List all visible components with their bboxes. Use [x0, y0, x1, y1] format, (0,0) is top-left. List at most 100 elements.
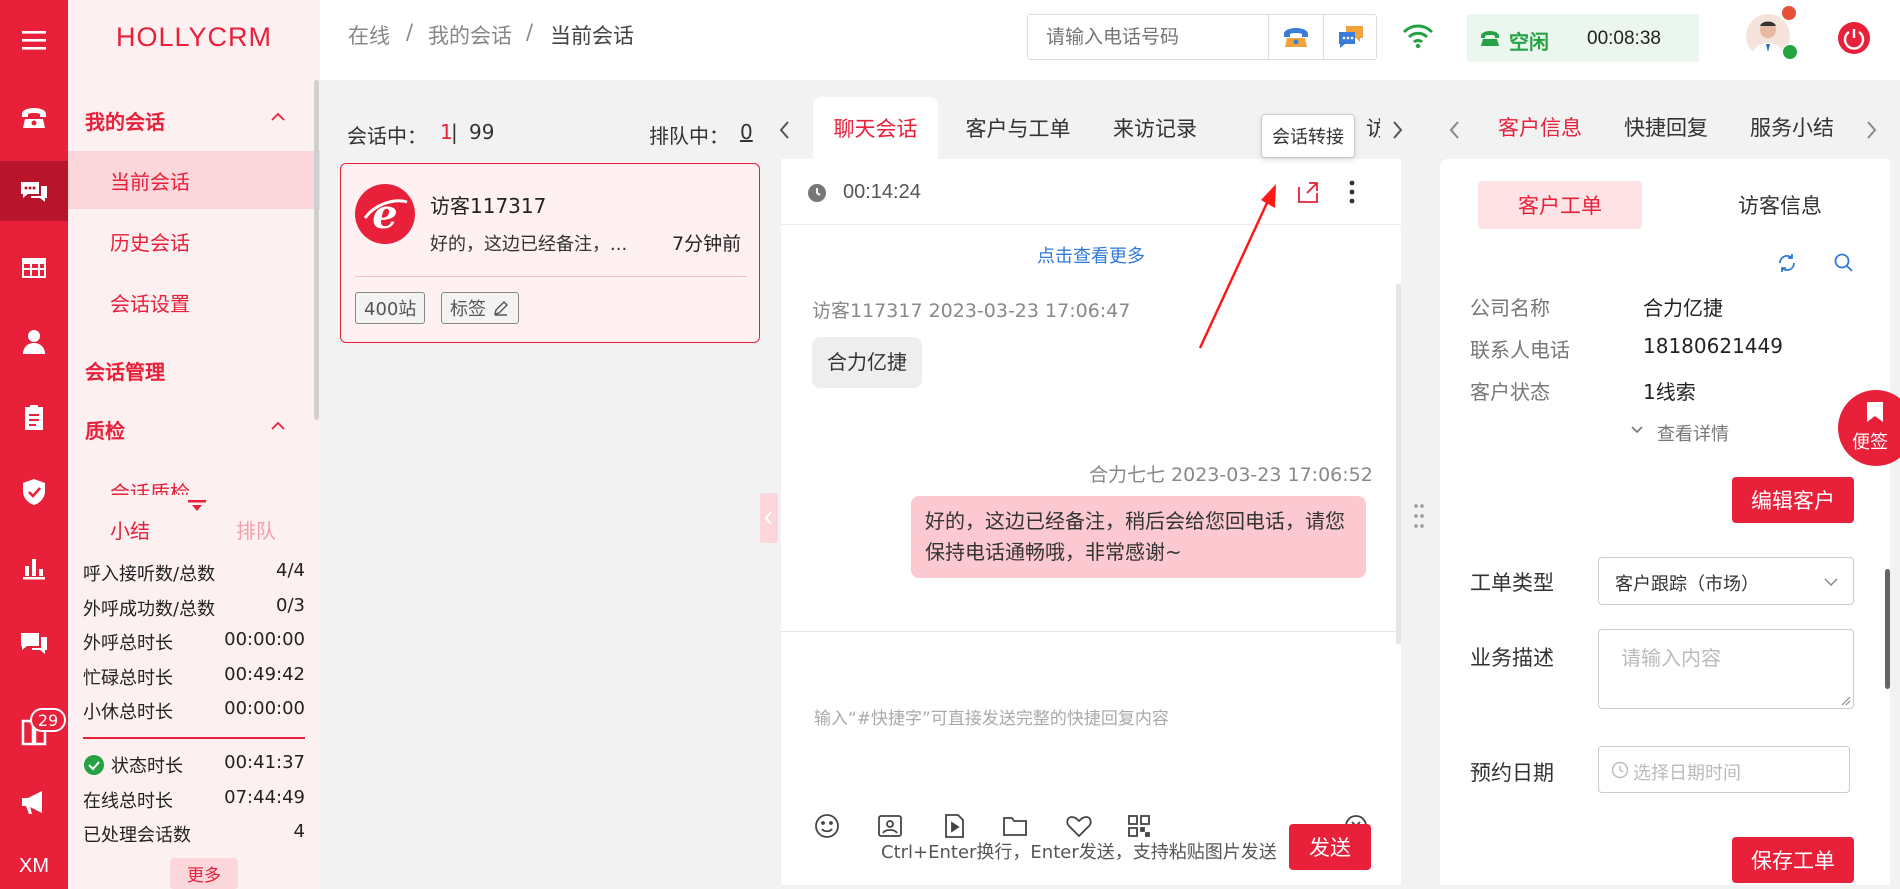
stat-value: 07:44:49: [224, 786, 305, 808]
message-input[interactable]: 输入“#快捷字”可直接发送完整的快捷回复内容: [814, 704, 1169, 729]
breadcrumb-my-sessions[interactable]: 我的会话: [428, 20, 512, 50]
tab-service-summary[interactable]: 服务小结: [1750, 112, 1834, 142]
nav-head-session-management[interactable]: 会话管理: [85, 356, 165, 385]
agent-status-box[interactable]: 空闲 00:08:38: [1467, 14, 1699, 62]
stat-value: 00:49:42: [224, 663, 305, 685]
refresh-icon[interactable]: [1776, 252, 1798, 274]
chevron-down-icon[interactable]: [1630, 424, 1644, 436]
subtab-customer-order[interactable]: 客户工单: [1478, 181, 1642, 229]
nav-head-my-sessions[interactable]: 我的会话: [85, 106, 165, 135]
right-panel: 客户工单 访客信息 公司名称 合力亿捷 联系人电话 18180621449 客户状态 1线…: [1440, 159, 1890, 885]
load-more-link[interactable]: 点击查看更多: [781, 242, 1401, 268]
queue-count[interactable]: 0: [740, 120, 753, 144]
video-icon[interactable]: [939, 811, 969, 841]
clipboard-icon[interactable]: [0, 387, 68, 447]
select-chevron-down-icon: [1824, 578, 1838, 587]
tab-visit-records[interactable]: 来访记录: [1100, 97, 1210, 159]
in-session-total: 99: [469, 120, 495, 144]
right-tabs-prev-icon[interactable]: [1448, 118, 1462, 142]
message-icon[interactable]: [0, 613, 68, 673]
nav-item-session-settings[interactable]: 会话设置: [68, 273, 320, 331]
sticky-note-label: 便签: [1852, 432, 1888, 453]
image-icon[interactable]: [875, 811, 905, 841]
stat-value: 4: [293, 821, 305, 842]
phone-input[interactable]: [1028, 15, 1268, 59]
resize-grip-icon: [1841, 696, 1851, 706]
order-type-label: 工单类型: [1470, 571, 1554, 595]
date-picker[interactable]: 选择日期时间: [1598, 746, 1850, 793]
date-clock-icon: [1611, 761, 1629, 779]
drag-handle-icon[interactable]: [1412, 500, 1426, 540]
nav-head-quality[interactable]: 质检: [85, 415, 125, 444]
tab-queue[interactable]: 排队: [236, 515, 276, 544]
right-scrollbar[interactable]: [1885, 569, 1890, 689]
agent-status-text: 空闲: [1509, 30, 1549, 54]
session-card[interactable]: e 访客117317 好的，这边已经备注，... 7分钟前 400站 标签: [340, 163, 760, 343]
tab-quick-reply[interactable]: 快捷回复: [1624, 112, 1708, 142]
collapse-handle[interactable]: [760, 493, 778, 543]
dial-button[interactable]: [1268, 15, 1323, 59]
chat-scrollbar[interactable]: [1396, 284, 1401, 644]
more-vertical-icon[interactable]: [1347, 179, 1357, 205]
view-detail-link[interactable]: 查看详情: [1657, 420, 1729, 446]
stat-label: 小休总时长: [83, 702, 173, 723]
message-bubble-visitor: 合力亿捷: [812, 337, 922, 388]
stat-row: 已处理会话数 4: [83, 821, 305, 847]
in-session-label: 会话中：: [347, 124, 427, 148]
breadcrumb-online[interactable]: 在线: [348, 20, 390, 50]
queue-label: 排队中：: [649, 124, 729, 148]
chat-icon[interactable]: [0, 161, 68, 221]
phone-search-box: [1027, 14, 1377, 60]
subtab-visitor-info[interactable]: 访客信息: [1698, 181, 1862, 229]
qrcode-icon[interactable]: [1124, 811, 1154, 841]
power-button[interactable]: [1838, 22, 1870, 54]
stat-label: 已处理会话数: [83, 825, 191, 846]
nav-item-current-session[interactable]: 当前会话: [68, 151, 320, 209]
tab-summary[interactable]: 小结: [110, 515, 150, 544]
chat-panel: 00:14:24 点击查看更多 访客117317 2023-03-23 17:0…: [781, 159, 1401, 885]
megaphone-icon[interactable]: [0, 772, 68, 832]
desc-textarea[interactable]: 请输入内容: [1598, 629, 1854, 709]
edit-customer-button[interactable]: 编辑客户: [1732, 477, 1854, 523]
folder-icon[interactable]: [1000, 811, 1030, 841]
transfer-icon[interactable]: [1295, 179, 1321, 205]
breadcrumb-separator: /: [406, 20, 414, 44]
nav-scrollbar[interactable]: [314, 80, 319, 420]
send-button[interactable]: 发送: [1289, 824, 1371, 870]
pencil-icon: [494, 301, 508, 316]
emoji-icon[interactable]: [812, 811, 842, 841]
chevron-up-icon[interactable]: [268, 107, 288, 127]
nav-item-history-session[interactable]: 历史会话: [68, 212, 320, 270]
transfer-tooltip: 会话转接: [1261, 114, 1355, 158]
tab-customer-order[interactable]: 客户与工单: [953, 97, 1083, 159]
menu-icon[interactable]: [0, 10, 68, 70]
user-icon[interactable]: [0, 312, 68, 372]
order-type-select[interactable]: 客户跟踪（市场）: [1598, 557, 1854, 605]
right-tabs-next-icon[interactable]: [1864, 118, 1878, 142]
bar-chart-icon[interactable]: [0, 537, 68, 597]
grid-icon[interactable]: [0, 238, 68, 298]
tab-customer-info[interactable]: 客户信息: [1498, 112, 1582, 142]
telephone-icon[interactable]: [0, 88, 68, 148]
save-order-button[interactable]: 保存工单: [1732, 837, 1854, 883]
tab-visitor-info-partial[interactable]: 访: [1366, 97, 1380, 159]
bookmark-icon: [1867, 402, 1883, 422]
wifi-icon: [1402, 24, 1434, 49]
sms-button[interactable]: [1323, 15, 1378, 59]
caret-down-icon[interactable]: [188, 500, 206, 514]
chevron-up-icon[interactable]: [268, 416, 288, 436]
session-tag-label[interactable]: 标签: [441, 292, 519, 324]
desc-placeholder: 请输入内容: [1621, 646, 1721, 670]
top-bar: 在线 / 我的会话 / 当前会话 空闲 00:08:38: [320, 0, 1900, 80]
stat-label: 在线总时长: [83, 790, 173, 812]
session-time: 7分钟前: [672, 233, 742, 255]
tab-chat-session[interactable]: 聊天会话: [813, 97, 938, 159]
tabs-next-icon[interactable]: [1390, 118, 1404, 142]
search-icon[interactable]: [1833, 252, 1855, 274]
annotation-arrow-icon: [1198, 184, 1276, 349]
unread-dot: [1782, 6, 1796, 20]
nav-item-session-quality[interactable]: 会话质检: [68, 460, 320, 495]
shield-icon[interactable]: [0, 462, 68, 522]
more-button[interactable]: 更多: [170, 858, 238, 889]
heart-icon[interactable]: [1064, 811, 1094, 841]
